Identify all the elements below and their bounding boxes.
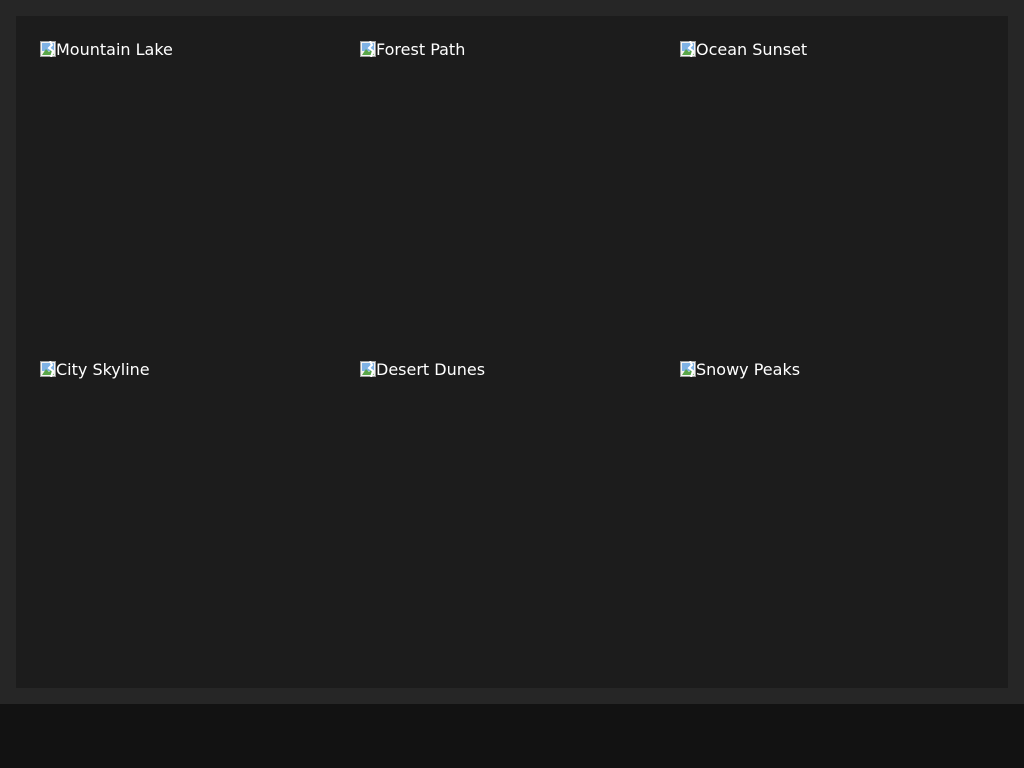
broken-image-icon xyxy=(680,40,696,58)
gallery-item-ocean-sunset[interactable]: Ocean Sunset xyxy=(680,40,1000,360)
gallery-grid: Mountain Lake Forest Path Ocean Sunset C… xyxy=(40,40,1000,680)
broken-image[interactable]: Mountain Lake xyxy=(40,40,173,62)
gallery-item-forest-path[interactable]: Forest Path xyxy=(360,40,680,360)
broken-image[interactable]: City Skyline xyxy=(40,360,150,382)
image-alt-text: City Skyline xyxy=(56,360,150,379)
image-alt-text: Forest Path xyxy=(376,40,466,59)
gallery-item-snowy-peaks[interactable]: Snowy Peaks xyxy=(680,360,1000,680)
image-alt-text: Mountain Lake xyxy=(56,40,173,59)
broken-image-icon xyxy=(40,360,56,378)
broken-image-icon xyxy=(360,40,376,58)
broken-image-icon xyxy=(40,40,56,58)
image-alt-text: Ocean Sunset xyxy=(696,40,808,59)
broken-image-icon xyxy=(360,360,376,378)
broken-image-icon xyxy=(680,360,696,378)
gallery-item-mountain-lake[interactable]: Mountain Lake xyxy=(40,40,360,360)
gallery-item-desert-dunes[interactable]: Desert Dunes xyxy=(360,360,680,680)
broken-image[interactable]: Forest Path xyxy=(360,40,465,62)
broken-image[interactable]: Ocean Sunset xyxy=(680,40,807,62)
app-frame: Mountain Lake Forest Path Ocean Sunset C… xyxy=(0,0,1024,704)
image-alt-text: Snowy Peaks xyxy=(696,360,801,379)
gallery-item-city-skyline[interactable]: City Skyline xyxy=(40,360,360,680)
image-alt-text: Desert Dunes xyxy=(376,360,486,379)
image-gallery: Mountain Lake Forest Path Ocean Sunset C… xyxy=(16,16,1008,688)
bottom-bar xyxy=(0,704,1024,768)
broken-image[interactable]: Snowy Peaks xyxy=(680,360,800,382)
broken-image[interactable]: Desert Dunes xyxy=(360,360,485,382)
